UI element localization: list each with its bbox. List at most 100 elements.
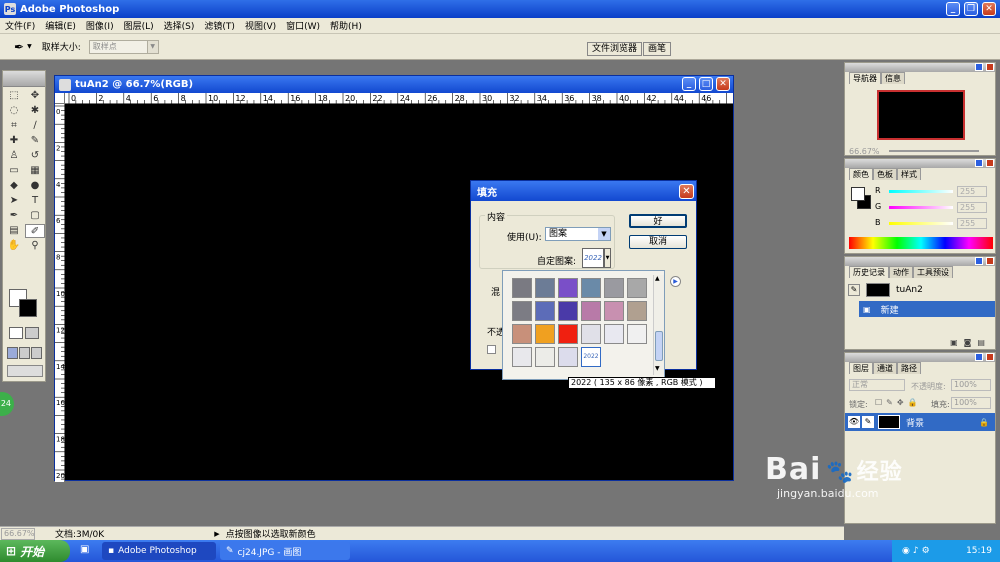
pattern-swatch[interactable] — [558, 347, 578, 367]
status-doc-size[interactable]: 文档:3M/0K — [55, 527, 104, 540]
toolbox-header[interactable] — [3, 71, 45, 87]
pattern-swatch[interactable] — [558, 301, 578, 321]
scroll-up-icon[interactable]: ▲ — [655, 275, 660, 282]
tab-styles[interactable]: 样式 — [897, 168, 921, 180]
screen-mode-standard-icon[interactable] — [7, 347, 18, 359]
fill-dialog-close-button[interactable]: ✕ — [679, 184, 694, 199]
pattern-swatch[interactable] — [535, 324, 555, 344]
shape-tool-icon[interactable]: ▢ — [25, 209, 45, 223]
fill-dialog-titlebar[interactable]: 填充 — [471, 181, 696, 201]
panel-close-button[interactable] — [986, 353, 994, 361]
menu-select[interactable]: 选择(S) — [159, 19, 200, 32]
panel-minimize-button[interactable] — [975, 159, 983, 167]
sample-size-select[interactable]: 取样点 ▼ — [88, 39, 159, 54]
navigator-thumbnail[interactable] — [877, 90, 965, 140]
standard-mode-icon[interactable] — [9, 327, 23, 339]
history-brush-tool-icon[interactable]: ↺ — [25, 149, 45, 163]
lock-icons[interactable]: ☐✎✥🔒 — [875, 398, 922, 407]
scroll-down-icon[interactable]: ▼ — [655, 365, 660, 372]
menu-filter[interactable]: 滤镜(T) — [199, 19, 240, 32]
history-footer-icons[interactable]: ▣◙▤ — [950, 338, 991, 347]
pattern-swatch[interactable] — [512, 278, 532, 298]
channel-b-slider[interactable] — [889, 222, 953, 225]
history-snapshot[interactable]: ✎ tuAn2 — [845, 281, 995, 299]
channel-r-value[interactable]: 255 — [957, 186, 987, 197]
hand-tool-icon[interactable]: ✋ — [4, 239, 24, 253]
pattern-swatch[interactable] — [581, 301, 601, 321]
menu-file[interactable]: 文件(F) — [0, 19, 40, 32]
ok-button[interactable]: 好 — [629, 214, 687, 228]
gradient-tool-icon[interactable]: ▦ — [25, 164, 45, 178]
channel-r-slider[interactable] — [889, 190, 953, 193]
pattern-swatch[interactable] — [604, 324, 624, 344]
eyedropper-tool-icon[interactable]: ✒ — [14, 40, 24, 54]
layer-fill-input[interactable]: 100% — [951, 397, 991, 409]
dodge-tool-icon[interactable]: ● — [25, 179, 45, 193]
cancel-button[interactable]: 取消 — [629, 235, 687, 249]
marquee-tool-icon[interactable]: ⬚ — [4, 89, 24, 103]
jump-to-imageready-icon[interactable] — [7, 365, 43, 377]
pattern-swatch[interactable] — [535, 278, 555, 298]
tab-channels[interactable]: 通道 — [873, 362, 897, 374]
slice-tool-icon[interactable]: ∕ — [25, 119, 45, 133]
status-zoom[interactable]: 66.67% — [1, 527, 35, 540]
use-select[interactable]: 图案 ▼ — [545, 227, 611, 241]
brushes-tab[interactable]: 画笔 — [643, 42, 672, 56]
lasso-tool-icon[interactable]: ◌ — [4, 104, 24, 118]
menu-help[interactable]: 帮助(H) — [325, 19, 367, 32]
pattern-swatch[interactable] — [627, 324, 647, 344]
quick-launch-icon[interactable]: ▣ — [80, 544, 89, 555]
pattern-swatch[interactable] — [627, 278, 647, 298]
panel-close-button[interactable] — [986, 257, 994, 265]
color-spectrum-bar[interactable] — [849, 237, 993, 249]
healing-brush-tool-icon[interactable]: ✚ — [4, 134, 24, 148]
color-panel-header[interactable] — [845, 159, 995, 168]
pattern-swatch[interactable] — [581, 278, 601, 298]
pattern-swatch[interactable] — [512, 301, 532, 321]
navigator-zoom[interactable]: 66.67% — [849, 147, 880, 156]
blend-mode-select[interactable]: 正常 — [849, 379, 905, 391]
file-browser-tab[interactable]: 文件浏览器 — [587, 42, 643, 56]
menu-window[interactable]: 窗口(W) — [281, 19, 325, 32]
type-tool-icon[interactable]: T — [25, 194, 45, 208]
notes-tool-icon[interactable]: ▤ — [4, 224, 24, 238]
ruler-origin[interactable] — [55, 93, 65, 104]
brush-icon[interactable]: ✎ — [862, 416, 874, 428]
zoom-tool-icon[interactable]: ⚲ — [25, 239, 45, 253]
menu-image[interactable]: 图像(I) — [81, 19, 119, 32]
menu-view[interactable]: 视图(V) — [240, 19, 281, 32]
pattern-swatch[interactable] — [581, 324, 601, 344]
eyedropper-tool-icon[interactable]: ✐ — [25, 224, 45, 238]
document-titlebar[interactable]: tuAn2 @ 66.7%(RGB) _ □ ✕ — [55, 76, 733, 93]
layer-row[interactable]: 👁 ✎ 背景 🔒 — [845, 413, 995, 431]
pattern-swatch[interactable] — [535, 301, 555, 321]
navigator-zoom-slider[interactable] — [889, 150, 979, 152]
pattern-picker-scrollbar[interactable]: ▲ ▼ — [653, 275, 664, 375]
layers-panel-header[interactable] — [845, 353, 995, 362]
start-button[interactable]: ⊞ 开始 — [0, 540, 70, 562]
panel-minimize-button[interactable] — [975, 353, 983, 361]
clock[interactable]: 15:19 — [966, 546, 992, 556]
channel-b-value[interactable]: 255 — [957, 218, 987, 229]
history-panel-header[interactable] — [845, 257, 995, 266]
history-brush-source-icon[interactable]: ✎ — [848, 284, 860, 296]
panel-minimize-button[interactable] — [975, 257, 983, 265]
pattern-swatch[interactable] — [512, 324, 532, 344]
screen-mode-full-menu-icon[interactable] — [19, 347, 30, 359]
eraser-tool-icon[interactable]: ▭ — [4, 164, 24, 178]
magic-wand-tool-icon[interactable]: ✱ — [25, 104, 45, 118]
pattern-swatch[interactable] — [558, 278, 578, 298]
tab-paths[interactable]: 路径 — [897, 362, 921, 374]
custom-pattern-preview[interactable]: 2022 — [582, 248, 604, 268]
status-arrow-icon[interactable]: ▶ — [214, 530, 219, 538]
tab-swatches[interactable]: 色板 — [873, 168, 897, 180]
pattern-picker-arrow-icon[interactable]: ▼ — [604, 248, 611, 268]
tab-navigator[interactable]: 导航器 — [849, 72, 881, 84]
tab-info[interactable]: 信息 — [881, 72, 905, 84]
history-item[interactable]: ▣ 新建 — [859, 301, 995, 317]
horizontal-ruler[interactable]: 0 2 4 6 8 10 12 14 16 18 20 22 24 26 28 30 32 34 36 38 40 42 4… — [65, 93, 733, 104]
tool-preset-arrow-icon[interactable]: ▼ — [27, 43, 32, 50]
preserve-transparency-checkbox[interactable] — [487, 345, 496, 354]
pattern-swatch[interactable] — [604, 301, 624, 321]
tab-color[interactable]: 颜色 — [849, 168, 873, 180]
